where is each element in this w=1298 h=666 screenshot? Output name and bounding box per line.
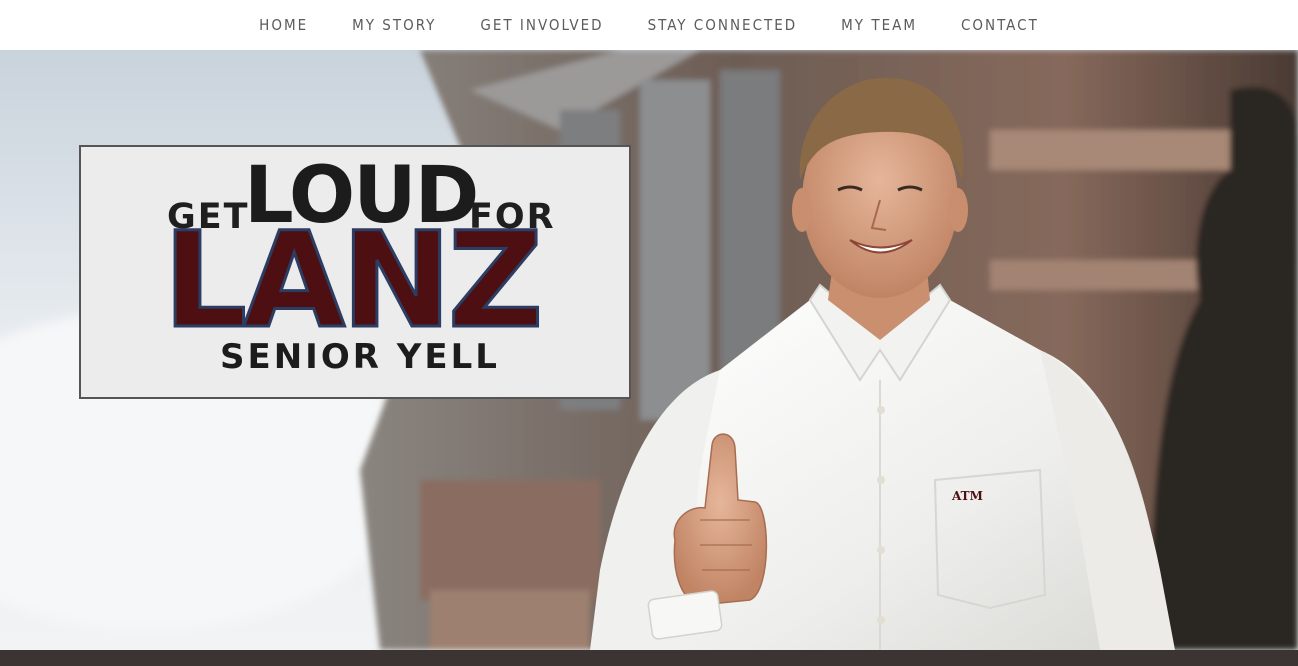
nav-get-involved[interactable]: GET INVOLVED bbox=[480, 0, 603, 50]
nav-my-story[interactable]: MY STORY bbox=[352, 0, 436, 50]
nav-contact[interactable]: CONTACT bbox=[961, 0, 1039, 50]
campaign-logo: GET LOUD FOR LANZ SENIOR YELL bbox=[79, 145, 631, 399]
nav-my-team[interactable]: MY TEAM bbox=[841, 0, 917, 50]
logo-lanz-text: LANZ bbox=[161, 204, 544, 358]
shirt-emblem: ATM bbox=[951, 489, 983, 503]
nav-stay-connected[interactable]: STAY CONNECTED bbox=[648, 0, 798, 50]
section-divider bbox=[0, 650, 1298, 666]
main-nav: HOME MY STORY GET INVOLVED STAY CONNECTE… bbox=[0, 0, 1298, 50]
nav-home[interactable]: HOME bbox=[259, 0, 308, 50]
hero-banner: ATM GET LOUD FOR LANZ SENIOR YELL bbox=[0, 50, 1298, 650]
logo-tagline: SENIOR YELL bbox=[220, 337, 500, 377]
